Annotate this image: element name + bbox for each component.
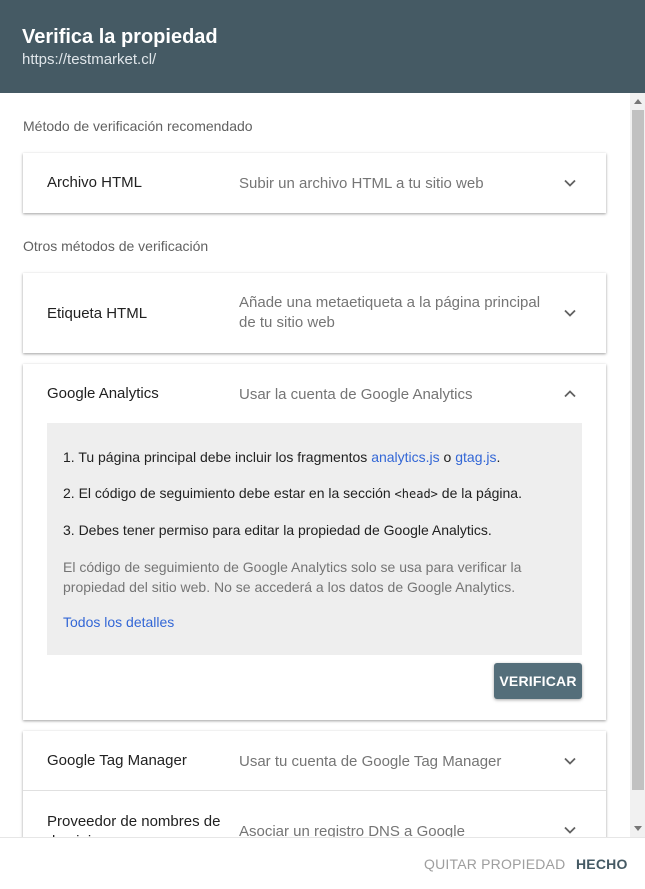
- method-list-card: Google Tag Manager Usar tu cuenta de Goo…: [23, 731, 606, 837]
- gtag-js-link[interactable]: gtag.js: [455, 449, 496, 465]
- analytics-note: El código de seguimiento de Google Analy…: [63, 559, 522, 595]
- scroll-down-arrow-icon[interactable]: [634, 826, 642, 831]
- method-name: Proveedor de nombres de dominio: [47, 813, 221, 837]
- method-description: Añade una metaetiqueta a la página princ…: [239, 294, 541, 331]
- verify-button[interactable]: VERIFICAR: [494, 663, 582, 699]
- step-text: 1. Tu página principal debe incluir los …: [63, 449, 372, 465]
- scrollbar-thumb[interactable]: [632, 110, 644, 790]
- analytics-js-link[interactable]: analytics.js: [371, 449, 439, 465]
- other-methods-label: Otros métodos de verificación: [23, 238, 209, 254]
- instruction-step-1: 1. Tu página principal debe incluir los …: [63, 448, 566, 466]
- chevron-down-icon[interactable]: [563, 176, 577, 190]
- instruction-step-3: 3. Debes tener permiso para editar la pr…: [63, 522, 492, 538]
- step-text: 2. El código de seguimiento debe estar e…: [63, 485, 395, 501]
- method-name: Google Tag Manager: [47, 752, 187, 769]
- dialog-header: Verifica la propiedad https://testmarket…: [0, 0, 645, 93]
- head-code: <head>: [394, 487, 438, 501]
- method-description: Subir un archivo HTML a tu sitio web: [239, 175, 484, 192]
- analytics-instructions-panel: 1. Tu página principal debe incluir los …: [47, 423, 582, 655]
- chevron-down-icon[interactable]: [563, 823, 577, 837]
- dialog-title: Verifica la propiedad: [22, 26, 218, 48]
- chevron-up-icon[interactable]: [563, 387, 577, 401]
- all-details-link[interactable]: Todos los detalles: [63, 614, 566, 630]
- method-description: Asociar un registro DNS a Google: [239, 823, 465, 837]
- method-name: Archivo HTML: [47, 174, 143, 191]
- remove-property-button[interactable]: QUITAR PROPIEDAD: [424, 856, 565, 872]
- dialog-content: Método de verificación recomendado Archi…: [0, 93, 630, 837]
- done-button[interactable]: HECHO: [576, 856, 628, 872]
- method-name: Google Analytics: [47, 385, 159, 402]
- method-card-google-analytics: Google Analytics Usar la cuenta de Googl…: [23, 364, 606, 720]
- chevron-down-icon[interactable]: [563, 306, 577, 320]
- property-url: https://testmarket.cl/: [22, 51, 157, 68]
- dialog-footer: QUITAR PROPIEDAD HECHO: [0, 837, 645, 889]
- method-description: Usar la cuenta de Google Analytics: [239, 386, 473, 403]
- step-text: .: [496, 449, 501, 465]
- method-name: Etiqueta HTML: [47, 305, 148, 322]
- step-text: o: [439, 449, 456, 465]
- instruction-step-2: 2. El código de seguimiento debe estar e…: [63, 484, 566, 503]
- method-card-html-tag[interactable]: Etiqueta HTML Añade una metaetiqueta a l…: [23, 273, 606, 353]
- step-text: de la página.: [437, 485, 522, 501]
- method-description: Usar tu cuenta de Google Tag Manager: [239, 753, 502, 770]
- scroll-up-arrow-icon[interactable]: [634, 99, 642, 104]
- recommended-label: Método de verificación recomendado: [23, 118, 253, 134]
- method-card-html-file[interactable]: Archivo HTML Subir un archivo HTML a tu …: [23, 153, 606, 213]
- chevron-down-icon[interactable]: [563, 754, 577, 768]
- method-row-dns[interactable]: Proveedor de nombres de dominio Asociar …: [23, 791, 606, 837]
- method-row-tag-manager[interactable]: Google Tag Manager Usar tu cuenta de Goo…: [23, 731, 606, 790]
